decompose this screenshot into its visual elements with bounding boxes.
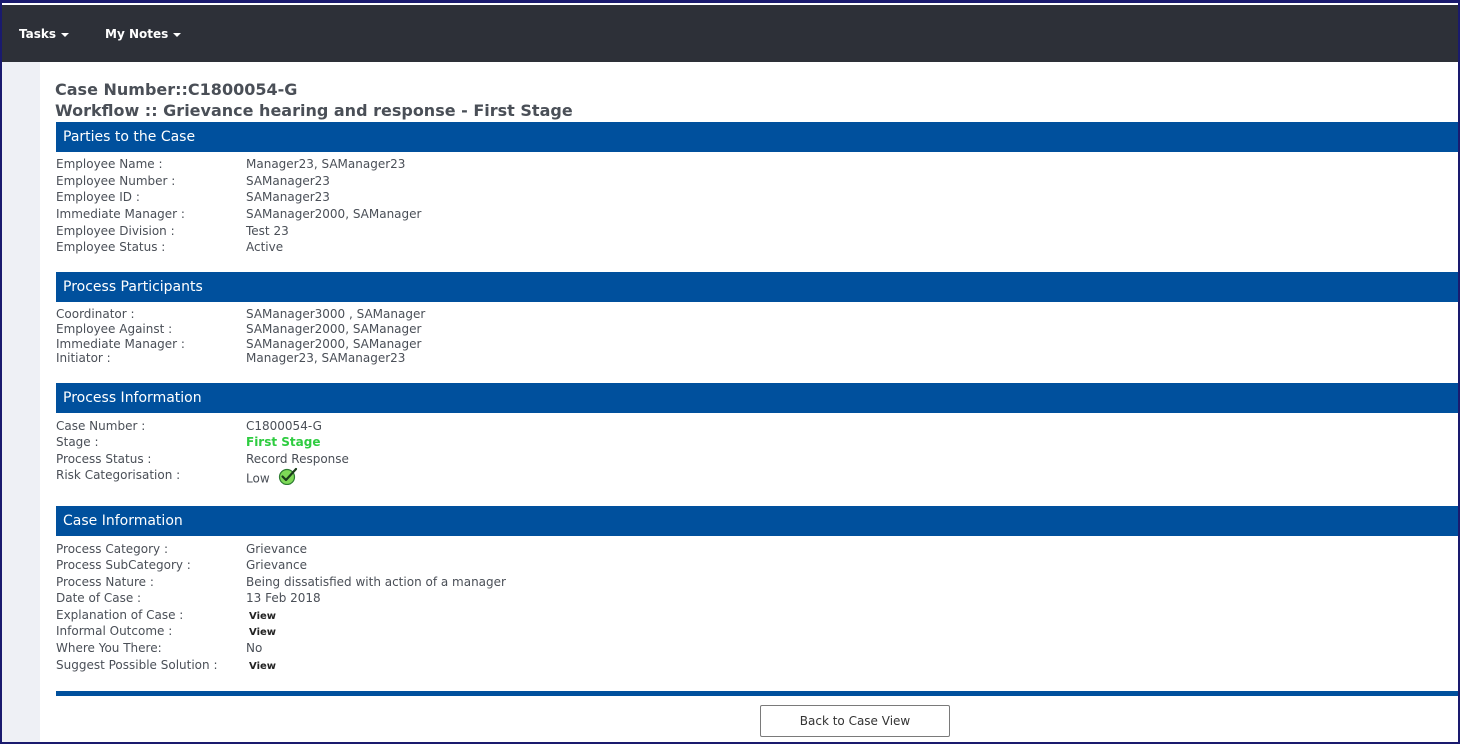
info-row: Process Nature : Being dissatisfied with… <box>56 575 1456 591</box>
field-value: Low <box>246 471 270 486</box>
field-label: Where You There: <box>56 641 162 655</box>
field-value: Test 23 <box>246 224 289 238</box>
view-informal-outcome-link[interactable]: View <box>249 627 276 638</box>
field-label: Employee ID : <box>56 190 140 204</box>
info-row: Employee Name : Manager23, SAManager23 <box>56 157 1456 173</box>
info-row: Employee Division : Test 23 <box>56 224 1456 240</box>
stage-value: First Stage <box>246 435 321 449</box>
field-label: Employee Number : <box>56 174 176 188</box>
field-value: Record Response <box>246 452 349 466</box>
chevron-down-icon <box>173 32 182 37</box>
left-gutter <box>2 62 40 742</box>
field-value: Active <box>246 240 284 254</box>
info-row: Employee Against : SAManager2000, SAMana… <box>56 322 1456 338</box>
field-value: SAManager2000, SAManager <box>246 322 422 336</box>
main-content: Case Number::C1800054-G Workflow :: Grie… <box>40 62 1458 742</box>
info-row: Immediate Manager : SAManager2000, SAMan… <box>56 207 1456 223</box>
info-row: Initiator : Manager23, SAManager23 <box>56 351 1456 367</box>
field-label: Process SubCategory : <box>56 558 191 572</box>
info-row: Process Status : Record Response <box>56 452 1456 468</box>
field-value: Manager23, SAManager23 <box>246 157 406 171</box>
view-suggest-solution-link[interactable]: View <box>249 661 276 672</box>
view-explanation-link[interactable]: View <box>249 611 276 622</box>
field-label: Initiator : <box>56 351 111 365</box>
field-label: Date of Case : <box>56 591 142 605</box>
info-row: Case Number : C1800054-G <box>56 419 1456 435</box>
tasks-menu-label: Tasks <box>19 27 57 41</box>
field-label: Explanation of Case : <box>56 608 184 622</box>
info-row: Process Category : Grievance <box>56 542 1456 558</box>
field-label: Risk Categorisation : <box>56 468 181 482</box>
info-row: Informal Outcome : View <box>56 624 1456 640</box>
field-label: Immediate Manager : <box>56 337 185 351</box>
info-row: Stage : First Stage <box>56 435 1456 451</box>
info-row: Coordinator : SAManager3000 , SAManager <box>56 307 1456 323</box>
info-row: Process SubCategory : Grievance <box>56 558 1456 574</box>
workflow-title: Workflow :: Grievance hearing and respon… <box>55 101 573 120</box>
field-value: SAManager2000, SAManager <box>246 207 422 221</box>
field-label: Immediate Manager : <box>56 207 185 221</box>
field-label: Informal Outcome : <box>56 624 173 638</box>
my-notes-menu-label: My Notes <box>105 27 169 41</box>
field-value: Manager23, SAManager23 <box>246 351 406 365</box>
section-header-process-info: Process Information <box>56 383 1458 413</box>
section-header-case-info: Case Information <box>56 506 1458 536</box>
info-row: Explanation of Case : View <box>56 608 1456 624</box>
field-label: Employee Name : <box>56 157 163 171</box>
field-label: Coordinator : <box>56 307 135 321</box>
info-row: Employee Status : Active <box>56 240 1456 256</box>
risk-value-wrapper: Low <box>246 467 299 488</box>
back-to-case-view-button[interactable]: Back to Case View <box>760 705 950 737</box>
field-value: SAManager3000 , SAManager <box>246 307 426 321</box>
field-label: Case Number : <box>56 419 146 433</box>
field-value: C1800054-G <box>246 419 322 433</box>
field-label: Employee Against : <box>56 322 173 336</box>
field-value-wrapper: View <box>246 608 276 622</box>
section-header-participants: Process Participants <box>56 272 1458 302</box>
section-divider-bar <box>56 691 1458 696</box>
field-label: Process Category : <box>56 542 169 556</box>
field-label: Employee Status : <box>56 240 166 254</box>
field-label: Process Nature : <box>56 575 154 589</box>
info-row: Employee Number : SAManager23 <box>56 174 1456 190</box>
app-frame: Tasks My Notes Case Number::C1800054-G W… <box>0 0 1460 744</box>
field-label: Employee Division : <box>56 224 175 238</box>
info-row: Date of Case : 13 Feb 2018 <box>56 591 1456 607</box>
tasks-menu[interactable]: Tasks <box>19 27 70 41</box>
field-value-wrapper: View <box>246 658 276 672</box>
field-value: SAManager2000, SAManager <box>246 337 422 351</box>
field-value: No <box>246 641 263 655</box>
field-label: Process Status : <box>56 452 152 466</box>
chevron-down-icon <box>61 32 70 37</box>
field-value: SAManager23 <box>246 174 330 188</box>
field-value: Being dissatisfied with action of a mana… <box>246 575 506 589</box>
case-number-title: Case Number::C1800054-G <box>55 80 298 99</box>
info-row: Suggest Possible Solution : View <box>56 658 1456 674</box>
field-value: Grievance <box>246 542 307 556</box>
field-value: Grievance <box>246 558 307 572</box>
top-nav-bar: Tasks My Notes <box>2 5 1458 62</box>
info-row: Risk Categorisation : Low <box>56 467 1456 490</box>
my-notes-menu[interactable]: My Notes <box>105 27 182 41</box>
green-check-icon <box>277 467 299 488</box>
info-row: Employee ID : SAManager23 <box>56 190 1456 206</box>
field-value: 13 Feb 2018 <box>246 591 321 605</box>
field-label: Stage : <box>56 435 99 449</box>
info-row: Where You There: No <box>56 641 1456 657</box>
field-value: SAManager23 <box>246 190 330 204</box>
field-label: Suggest Possible Solution : <box>56 658 218 672</box>
field-value-wrapper: View <box>246 624 276 638</box>
section-header-parties: Parties to the Case <box>56 122 1458 152</box>
